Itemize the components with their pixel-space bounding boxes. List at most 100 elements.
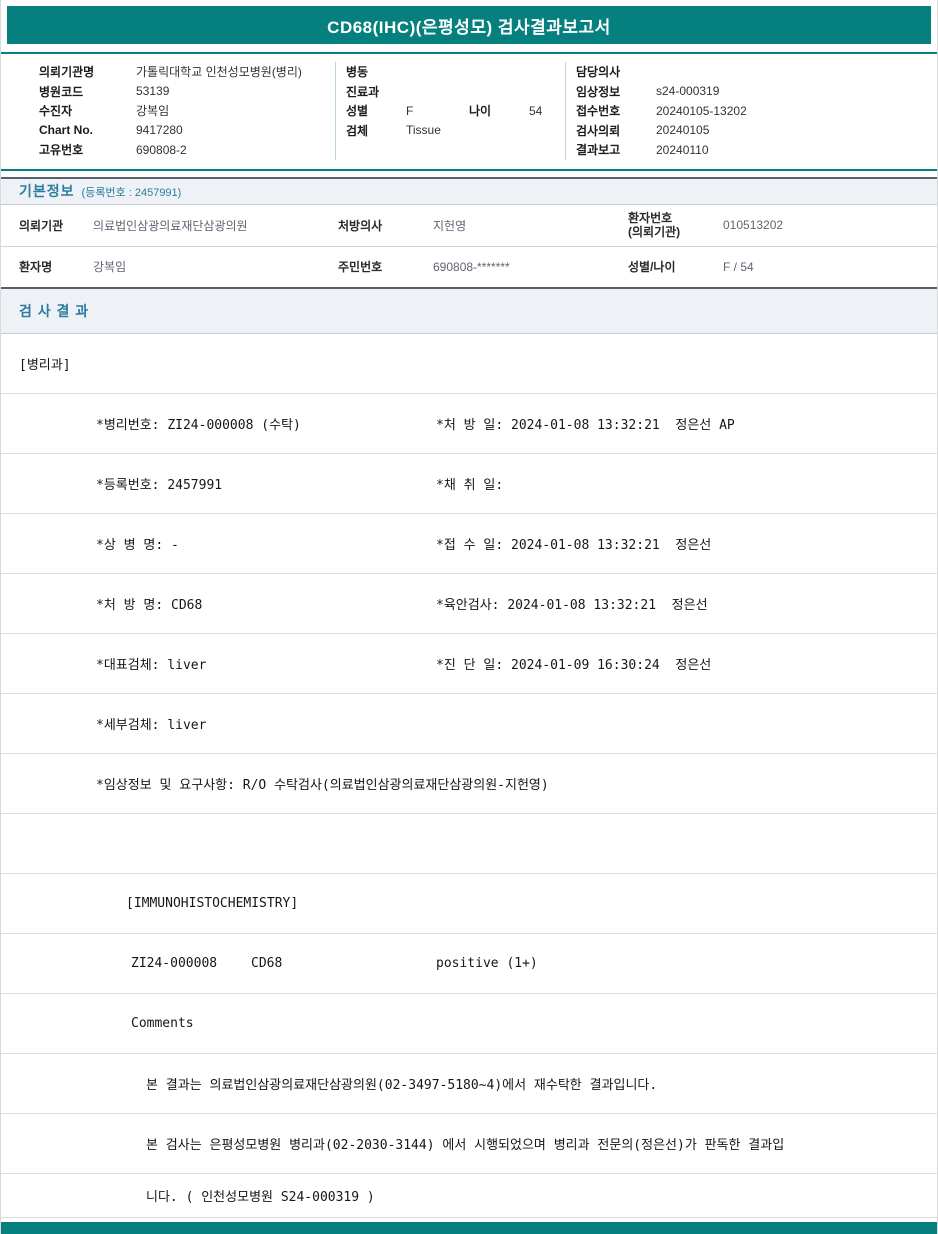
cell-label-line: 환자번호 (628, 211, 673, 225)
field-value: 9417280 (136, 123, 183, 138)
field-label: 성별 (346, 104, 369, 119)
table-row: 의뢰기관 의료법인삼광의료재단삼광의원 처방의사 지헌영 환자번호 (의뢰기관)… (1, 205, 937, 247)
detail-left: *대표검체: liver (96, 657, 207, 673)
ihc-result-row: ZI24-000008 CD68 positive (1+) (1, 934, 937, 994)
result-detail-row: *대표검체: liver *진 단 일: 2024-01-09 16:30:24… (1, 634, 937, 694)
field-value: 20240110 (656, 142, 709, 157)
table-row: 환자명 강복임 주민번호 690808-******* 성별/나이 F / 54 (1, 247, 937, 287)
field-label: 결과보고 (576, 143, 621, 158)
results-list: [병리과] *병리번호: ZI24-000008 (수탁) *처 방 일: 20… (1, 334, 937, 1218)
comments-label: Comments (131, 1015, 194, 1031)
field-value: F (406, 103, 414, 118)
field-label: 병원코드 (39, 84, 84, 99)
comment-line: 본 결과는 의료법인삼광의료재단삼광의원(02-3497-5180~4)에서 재… (146, 1077, 658, 1093)
header-col-middle: 병동 진료과 성별 F 나이 54 검체 Tissue (336, 62, 566, 160)
field-label: 임상정보 (576, 84, 621, 99)
field-label: 진료과 (346, 84, 380, 99)
section-basic-info-bar: 기본정보 (등록번호 : 2457991) (1, 176, 937, 205)
test-name: CD68 (251, 955, 283, 971)
header-field-row: 담당의사 (576, 62, 937, 82)
field-label: 의뢰기관명 (39, 65, 95, 80)
comment-line-row: 본 검사는 은평성모병원 병리과(02-2030-3144) 에서 시행되었으며… (1, 1114, 937, 1174)
field-value: 54 (529, 103, 543, 118)
header-field-row: 진료과 (346, 82, 565, 102)
field-value: Tissue (406, 123, 441, 138)
comment-line: 본 검사는 은평성모병원 병리과(02-2030-3144) 에서 시행되었으며… (146, 1137, 785, 1153)
field-value: s24-000319 (656, 84, 720, 99)
comment-line: 니다. ( 인천성모병원 S24-000319 ) (146, 1189, 375, 1205)
field-label: 수진자 (39, 104, 73, 119)
cell-label-line: (의뢰기관) (628, 225, 681, 239)
clinical-info-text: *임상정보 및 요구사항: R/O 수탁검사(의료법인삼광의료재단삼광의원-지헌… (96, 777, 549, 793)
field-label: 접수번호 (576, 104, 621, 119)
cell-label: 처방의사 (338, 218, 383, 233)
header-info: 의뢰기관명 가톨릭대학교 인천성모병원(병리) 병원코드 53139 수진자 강… (1, 52, 937, 171)
cell-value: 강복임 (93, 260, 127, 274)
detail-left: *세부검체: liver (96, 717, 207, 733)
header-field-row: 임상정보 s24-000319 (576, 82, 937, 102)
clinical-info-row: *임상정보 및 요구사항: R/O 수탁검사(의료법인삼광의료재단삼광의원-지헌… (1, 754, 937, 814)
cell-value: F / 54 (723, 259, 754, 274)
report-title-bar: CD68(IHC)(은평성모) 검사결과보고서 (7, 6, 931, 44)
detail-right: *채 취 일: (436, 477, 504, 493)
cell-label: 성별/나이 (628, 259, 676, 274)
registration-number-note: (등록번호 : 2457991) (81, 187, 182, 199)
field-label: 검체 (346, 123, 369, 138)
header-field-row: 검사의뢰 20240105 (576, 121, 937, 141)
field-label: 담당의사 (576, 65, 621, 80)
field-label: 고유번호 (39, 143, 84, 158)
detail-right: *접 수 일: 2024-01-08 13:32:21 정은선 (436, 537, 712, 553)
cell-label: 의뢰기관 (19, 218, 64, 233)
comment-line-row: 본 결과는 의료법인삼광의료재단삼광의원(02-3497-5180~4)에서 재… (1, 1054, 937, 1114)
detail-left: *상 병 명: - (96, 537, 179, 553)
cell-value: 010513202 (723, 218, 784, 232)
section-results-bar: 검 사 결 과 (1, 288, 937, 334)
field-label: 병동 (346, 65, 369, 80)
result-detail-row: *등록번호: 2457991 *채 취 일: (1, 454, 937, 514)
ihc-header-row: [IMMUNOHISTOCHEMISTRY] (1, 874, 937, 934)
detail-left: *병리번호: ZI24-000008 (수탁) (96, 417, 301, 433)
results-department-row: [병리과] (1, 334, 937, 394)
cell-label: 환자명 (19, 260, 53, 274)
header-field-row: Chart No. 9417280 (39, 121, 335, 141)
field-label: 나이 (469, 104, 492, 119)
result-detail-row: *처 방 명: CD68 *육안검사: 2024-01-08 13:32:21 … (1, 574, 937, 634)
basic-info-table: 의뢰기관 의료법인삼광의료재단삼광의원 처방의사 지헌영 환자번호 (의뢰기관)… (1, 205, 937, 289)
report-title: CD68(IHC)(은평성모) 검사결과보고서 (327, 17, 611, 37)
department-label: [병리과] (19, 357, 71, 373)
result-detail-row: *세부검체: liver (1, 694, 937, 754)
test-result: positive (1+) (436, 955, 538, 971)
header-col-right: 담당의사 임상정보 s24-000319 접수번호 20240105-13202… (566, 62, 937, 160)
header-field-row: 접수번호 20240105-13202 (576, 101, 937, 121)
header-field-row: 의뢰기관명 가톨릭대학교 인천성모병원(병리) (39, 62, 335, 82)
detail-left: *등록번호: 2457991 (96, 477, 223, 493)
header-field-row: 결과보고 20240110 (576, 140, 937, 160)
ihc-header-label: [IMMUNOHISTOCHEMISTRY] (126, 895, 299, 911)
header-field-row: 수진자 강복임 (39, 101, 335, 121)
specimen-code: ZI24-000008 (131, 955, 218, 971)
detail-right: *처 방 일: 2024-01-08 13:32:21 정은선 AP (436, 417, 735, 433)
comment-line-row: 니다. ( 인천성모병원 S24-000319 ) (1, 1174, 937, 1218)
results-section-title: 검 사 결 과 (19, 302, 90, 319)
field-value: 강복임 (136, 104, 170, 119)
cell-value: 지헌영 (433, 218, 467, 233)
detail-right: *진 단 일: 2024-01-09 16:30:24 정은선 (436, 657, 712, 673)
header-field-row: 고유번호 690808-2 (39, 140, 335, 160)
detail-left: *처 방 명: CD68 (96, 597, 203, 613)
header-field-row: 검체 Tissue (346, 121, 565, 141)
header-field-row: 병원코드 53139 (39, 82, 335, 102)
cell-label: 환자번호 (의뢰기관) (628, 211, 723, 239)
cell-label: 주민번호 (338, 260, 383, 274)
empty-row (1, 814, 937, 874)
field-value: 가톨릭대학교 인천성모병원(병리) (136, 65, 302, 80)
header-col-left: 의뢰기관명 가톨릭대학교 인천성모병원(병리) 병원코드 53139 수진자 강… (1, 62, 336, 160)
field-label: 검사의뢰 (576, 123, 621, 138)
field-value: 20240105-13202 (656, 103, 747, 118)
basic-info-section-title: 기본정보 (19, 183, 75, 199)
field-value: 20240105 (656, 123, 710, 138)
comments-label-row: Comments (1, 994, 937, 1054)
field-label: Chart No. (39, 123, 93, 138)
cell-value: 의료법인삼광의료재단삼광의원 (93, 218, 248, 233)
field-value: 53139 (136, 84, 170, 99)
header-field-row: 병동 (346, 62, 565, 82)
